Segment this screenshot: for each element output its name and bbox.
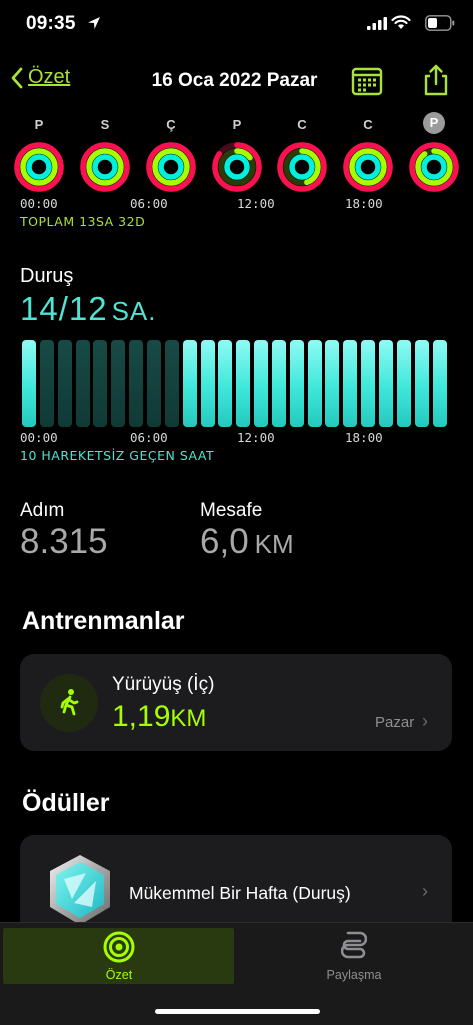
stand-ring [92, 154, 118, 180]
share-icon[interactable] [421, 63, 451, 97]
stand-hour-bar [39, 340, 54, 427]
activity-rings-icon[interactable] [275, 140, 329, 194]
stand-hour-bar [414, 340, 429, 427]
stand-hour-bar [325, 340, 340, 427]
chevron-left-icon [11, 67, 23, 88]
workouts-heading: Antrenmanlar [22, 607, 185, 635]
week-day-letter[interactable]: P [423, 112, 445, 134]
stand-hour-bar [146, 340, 161, 427]
stand-hour-bar [164, 340, 179, 427]
steps-value: 8.315 [20, 522, 108, 561]
steps-label: Adım [20, 500, 65, 521]
tab-summary-label: Özet [105, 968, 133, 982]
week-day-letter[interactable]: C [287, 117, 317, 132]
stand-hour-bar [432, 340, 447, 427]
stand-ring [355, 154, 381, 180]
exercise-total-caption: TOPLAM 13SA 32D [20, 214, 146, 229]
location-arrow-icon [88, 17, 100, 29]
chevron-right-icon: › [422, 881, 428, 901]
activity-rings-icon[interactable] [144, 140, 198, 194]
stand-hour-bar [57, 340, 72, 427]
activity-rings-icon[interactable] [407, 140, 461, 194]
stand-hour-bar [289, 340, 304, 427]
back-button[interactable]: Özet [10, 66, 70, 89]
stand-hour-bar [396, 340, 411, 427]
activity-rings-icon[interactable] [341, 140, 395, 194]
stand-value: 14/12 SA. [20, 290, 157, 327]
workout-day: Pazar [375, 714, 415, 731]
stand-hour-bar [361, 340, 376, 427]
stand-hour-bar [254, 340, 269, 427]
stand-hour-bar [379, 340, 393, 427]
stand-hour-bar [129, 340, 144, 427]
battery-icon [425, 15, 455, 31]
distance-label: Mesafe [200, 500, 263, 521]
stand-ring [224, 154, 250, 180]
exercise-tick-1: 06:00 [130, 196, 168, 211]
home-indicator [155, 1009, 320, 1014]
week-day-letter[interactable]: P [222, 117, 252, 132]
workout-distance: 1,19KM [112, 700, 207, 733]
wifi-icon [391, 15, 411, 29]
award-badge-icon [50, 855, 110, 925]
calendar-icon[interactable] [351, 66, 383, 96]
stand-hour-bar [271, 340, 286, 427]
exercise-tick-2: 12:00 [237, 196, 275, 211]
status-time: 09:35 [26, 13, 76, 34]
cellular-signal-icon [367, 17, 387, 30]
stand-tick-1: 06:00 [130, 430, 168, 445]
walking-icon [40, 674, 98, 732]
week-day-letter[interactable]: Ç [156, 117, 186, 132]
stand-hour-bar [200, 340, 215, 427]
stand-ring [26, 154, 52, 180]
workout-card[interactable]: Yürüyüş (İç) 1,19KM Pazar › [20, 654, 452, 751]
tab-sharing-label: Paylaşma [326, 968, 382, 982]
week-day-letter[interactable]: P [24, 117, 54, 132]
awards-heading: Ödüller [22, 789, 110, 817]
sharing-icon[interactable] [341, 930, 367, 964]
stand-hour-bar [343, 340, 358, 427]
workout-title: Yürüyüş (İç) [112, 674, 215, 695]
stand-hour-bar [93, 340, 108, 427]
stand-hour-bar [307, 340, 322, 427]
activity-rings-icon[interactable] [12, 140, 66, 194]
stand-tick-3: 18:00 [345, 430, 383, 445]
activity-rings-icon[interactable] [210, 140, 264, 194]
activity-rings-icon [103, 931, 135, 963]
stand-hour-bar [75, 340, 90, 427]
stand-caption: 10 HAREKETSİZ GEÇEN SAAT [20, 448, 215, 463]
exercise-tick-3: 18:00 [345, 196, 383, 211]
stand-hour-bar [182, 340, 197, 427]
page-title: 16 Oca 2022 Pazar [151, 70, 318, 91]
week-day-letter[interactable]: C [353, 117, 383, 132]
stand-tick-2: 12:00 [237, 430, 275, 445]
stand-ring [158, 154, 184, 180]
stand-tick-0: 00:00 [20, 430, 58, 445]
stand-label: Duruş [20, 265, 74, 287]
back-label: Özet [28, 66, 71, 88]
exercise-tick-0: 00:00 [20, 196, 58, 211]
award-title: Mükemmel Bir Hafta (Duruş) [129, 883, 351, 903]
activity-rings-icon[interactable] [78, 140, 132, 194]
chevron-right-icon: › [422, 711, 428, 731]
stand-ring [289, 154, 315, 180]
distance-value: 6,0 KM [200, 522, 294, 561]
stand-hour-bar [236, 340, 251, 427]
stand-ring [421, 154, 447, 180]
stand-hour-bar [111, 340, 126, 427]
stand-hour-bar [22, 340, 36, 427]
stand-hour-bar [218, 340, 233, 427]
week-day-letter[interactable]: S [90, 117, 120, 132]
